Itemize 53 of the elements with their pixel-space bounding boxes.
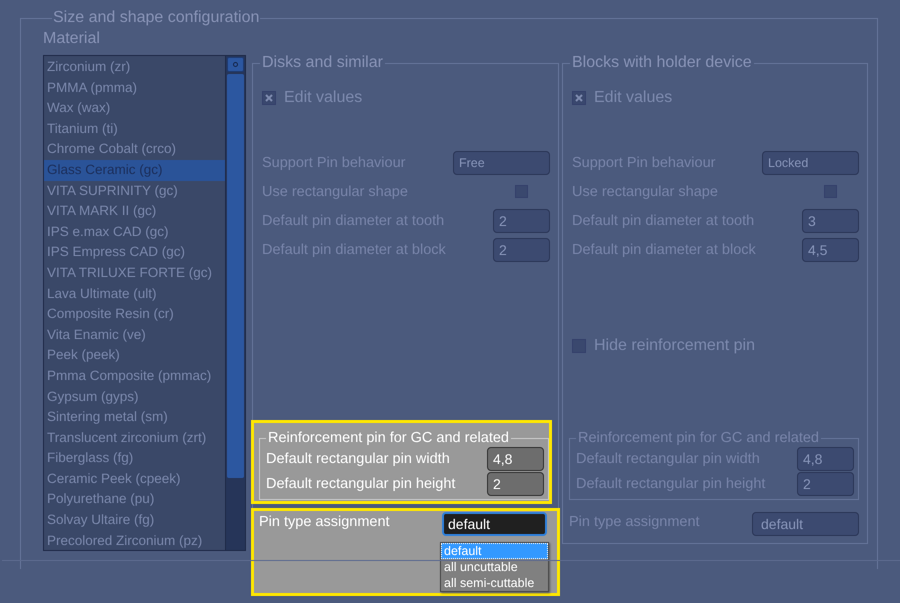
dropdown-option[interactable]: all uncuttable	[441, 559, 548, 575]
list-item[interactable]: Lava Ultimate (ult)	[44, 284, 225, 304]
list-item[interactable]: Fiberglass (fg)	[44, 448, 225, 469]
number-field[interactable]: 2	[487, 472, 544, 496]
checkbox[interactable]	[262, 91, 276, 105]
field-label: Pin type assignment	[259, 513, 390, 530]
list-item[interactable]: IPS e.max CAD (gc)	[44, 222, 225, 242]
number-field[interactable]: 4,8	[487, 446, 544, 470]
list-item[interactable]: VITA SUPRINITY (gc)	[44, 180, 225, 202]
list-item[interactable]: Ceramic Peek (cpeek)	[44, 468, 225, 490]
list-item[interactable]: Glass Ceramic (gc)	[44, 160, 225, 181]
group-title: Blocks with holder device	[571, 54, 753, 72]
group-title: Size and shape configuration	[52, 9, 260, 27]
list-item[interactable]: PMMA (pmma)	[44, 78, 225, 98]
scrollbar[interactable]	[225, 56, 245, 550]
list-item[interactable]: Zirconium (zr)	[44, 57, 225, 78]
list-item[interactable]: Vita Enamic (ve)	[44, 324, 225, 346]
list-item[interactable]: Polyurethane (pu)	[44, 489, 225, 510]
list-item[interactable]: Pmma Composite (pmmac)	[44, 366, 225, 386]
dropdown-field[interactable]: default	[752, 512, 859, 536]
list-item[interactable]: Peek (peek)	[44, 345, 225, 366]
dropdown-option[interactable]: default	[441, 543, 548, 559]
list-item[interactable]: Translucent zirconium (zrt)	[44, 428, 225, 448]
dropdown-field[interactable]: default	[442, 512, 547, 536]
list-item[interactable]: VITA MARK II (gc)	[44, 201, 225, 222]
list-item[interactable]: Sintering metal (sm)	[44, 407, 225, 428]
checkbox[interactable]	[824, 185, 837, 198]
checkbox[interactable]	[572, 91, 586, 105]
checkbox[interactable]	[515, 185, 528, 198]
field-label: Default rectangular pin width	[266, 450, 450, 466]
list-item[interactable]: IPS Empress CAD (gc)	[44, 242, 225, 263]
number-field[interactable]: 2	[797, 472, 854, 496]
list-item[interactable]: Chrome Cobalt (crco)	[44, 139, 225, 160]
number-field[interactable]: 4,5	[802, 238, 859, 262]
field-label: Default rectangular pin height	[266, 476, 456, 492]
number-field[interactable]: 2	[493, 208, 550, 232]
checkbox[interactable]	[572, 339, 586, 353]
list-item[interactable]: Precolored Zirconium (pz)	[44, 530, 225, 550]
group-title: Disks and similar	[261, 54, 384, 72]
number-field[interactable]: 4,8	[797, 446, 854, 470]
dropdown-field[interactable]: Locked	[762, 150, 859, 174]
list-item[interactable]: Solvay Ultaire (fg)	[44, 510, 225, 531]
list-item[interactable]: Gypsum (gyps)	[44, 386, 225, 408]
group-title: Reinforcement pin for GC and related	[267, 430, 510, 446]
number-field[interactable]: 2	[493, 238, 550, 262]
list-item[interactable]: VITA TRILUXE FORTE (gc)	[44, 262, 225, 284]
dropdown-option[interactable]: all semi-cuttable	[441, 575, 548, 591]
section-label: Material	[43, 30, 101, 48]
list-item[interactable]: Composite Resin (cr)	[44, 304, 225, 325]
dropdown-field[interactable]: Free	[453, 150, 550, 174]
list-item[interactable]: Titanium (ti)	[44, 118, 225, 140]
number-field[interactable]: 3	[802, 208, 859, 232]
list-item[interactable]: Wax (wax)	[44, 98, 225, 119]
